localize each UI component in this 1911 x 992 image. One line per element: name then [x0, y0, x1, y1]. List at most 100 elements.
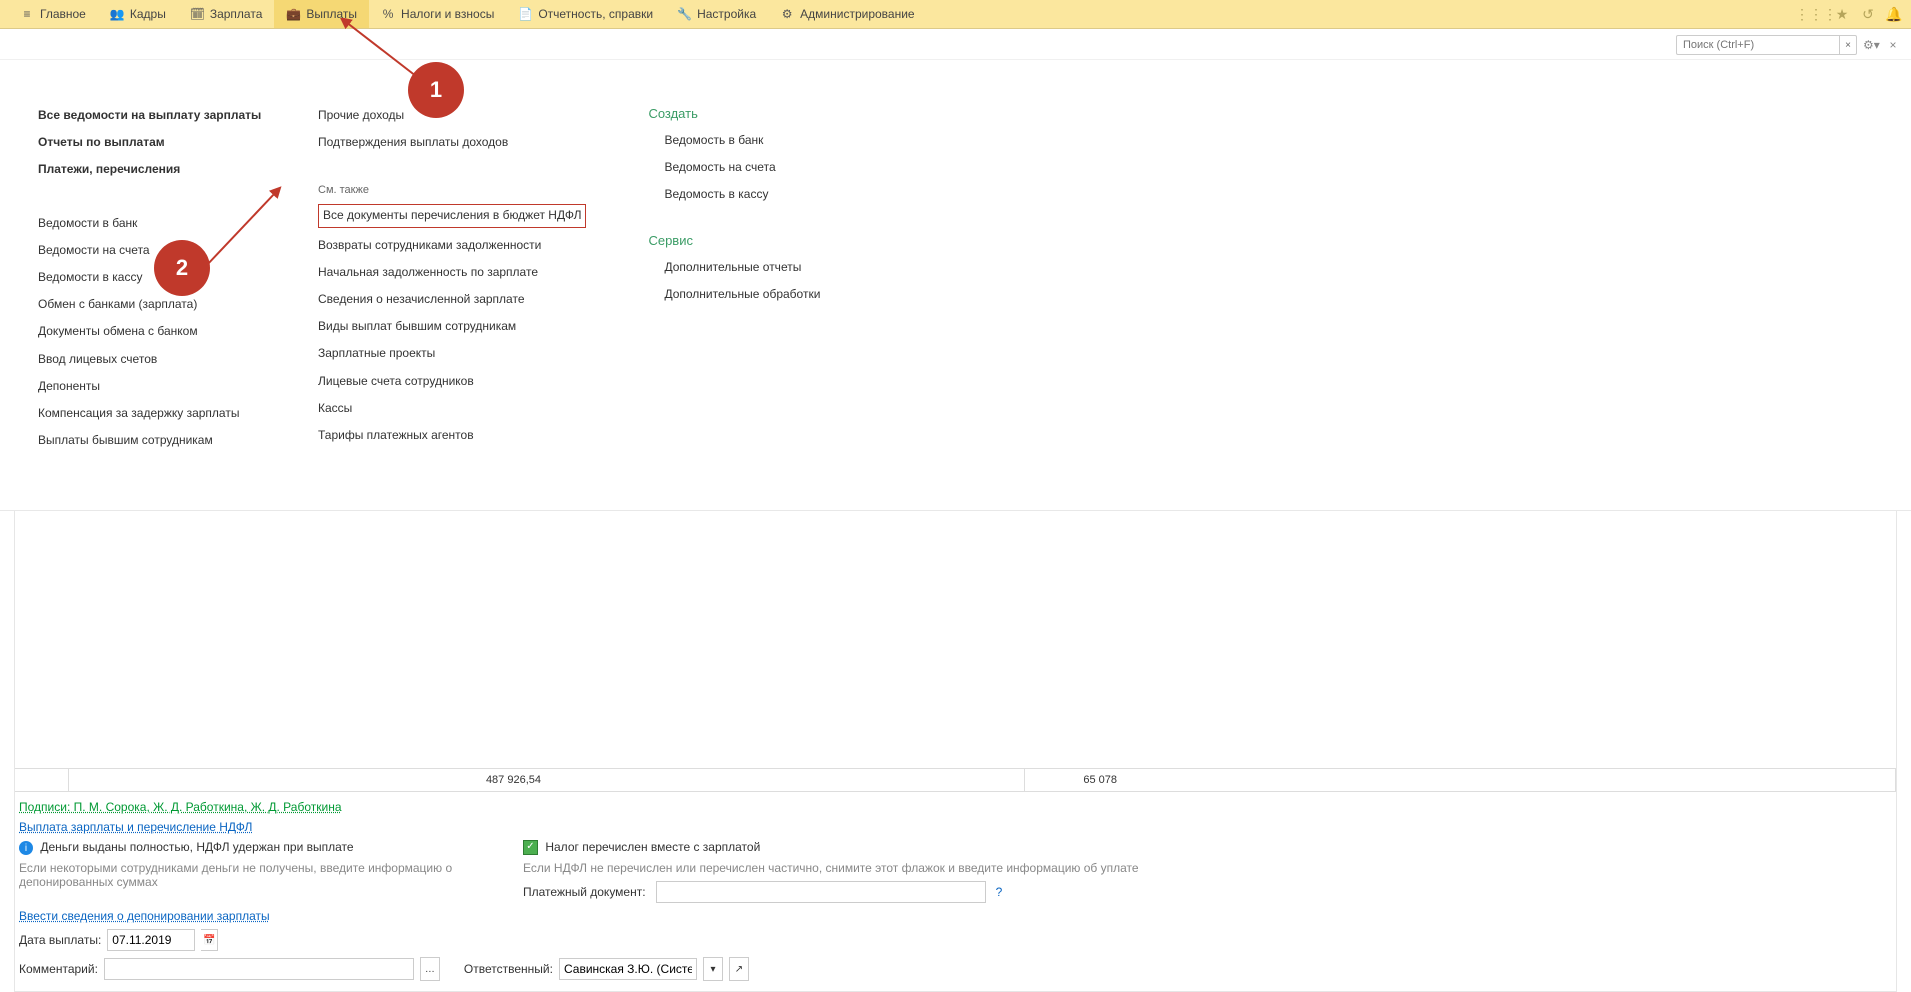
menu-right-controls: ⋮⋮⋮ ★ ↺ 🔔	[1807, 5, 1911, 23]
comment-ellipsis-button[interactable]: …	[420, 957, 440, 981]
money-status-text: Деньги выданы полностью, НДФЛ удержан пр…	[40, 840, 353, 854]
nav-employee-personal-accounts[interactable]: Лицевые счета сотрудников	[318, 372, 586, 391]
responsible-dropdown-button[interactable]: ▾	[703, 957, 723, 981]
document-form: 487 926,54 65 078 Подписи: П. М. Сорока,…	[14, 488, 1897, 992]
responsible-open-button[interactable]: ↗	[729, 957, 749, 981]
menu-main[interactable]: ≡ Главное	[8, 0, 98, 28]
nav-sheets-bank[interactable]: Ведомости в банк	[38, 214, 268, 233]
money-status-row: i Деньги выданы полностью, НДФЛ удержан …	[19, 840, 519, 856]
briefcase-icon: 💼	[286, 7, 300, 21]
menu-label: Настройка	[697, 7, 756, 21]
hamburger-icon: ≡	[20, 7, 34, 21]
menu-label: Налоги и взносы	[401, 7, 494, 21]
nav-sheets-cash[interactable]: Ведомости в кассу	[38, 268, 268, 287]
nav-employee-debt-returns[interactable]: Возвраты сотрудниками задолженности	[318, 236, 586, 255]
nav-create-heading: Создать	[648, 106, 848, 121]
info-icon: i	[19, 841, 33, 855]
annotation-circle-1: 1	[408, 62, 464, 118]
summary-cell-blank1	[15, 769, 69, 791]
tax-status-hint: Если НДФЛ не перечислен или перечислен ч…	[523, 861, 1139, 875]
nav-service-heading: Сервис	[648, 233, 848, 248]
nav-former-employees-payments[interactable]: Выплаты бывшим сотрудникам	[38, 431, 268, 450]
annotation-number: 1	[430, 77, 442, 103]
menu-label: Главное	[40, 7, 86, 21]
subheader: × ⚙▾ ×	[0, 29, 1911, 60]
gear-icon: ⚙	[780, 7, 794, 21]
nav-delay-compensation[interactable]: Компенсация за задержку зарплаты	[38, 404, 268, 423]
deposit-info-link[interactable]: Ввести сведения о депонировании зарплаты	[19, 909, 519, 923]
pay-date-row: Дата выплаты: 📅	[19, 929, 1892, 951]
tax-transferred-row: ✓ Налог перечислен вместе с зарплатой	[523, 840, 1139, 855]
document-icon: 📄	[518, 7, 532, 21]
nav-all-payroll-sheets[interactable]: Все ведомости на выплату зарплаты	[38, 106, 268, 125]
menu-admin[interactable]: ⚙ Администрирование	[768, 0, 926, 28]
nav-payment-reports[interactable]: Отчеты по выплатам	[38, 133, 268, 152]
menu-settings[interactable]: 🔧 Настройка	[665, 0, 768, 28]
history-icon[interactable]: ↺	[1859, 5, 1877, 23]
tax-transferred-checkbox[interactable]: ✓	[523, 840, 538, 855]
menu-salary[interactable]: 🗓 Зарплата	[178, 0, 275, 28]
summary-row: 487 926,54 65 078	[15, 768, 1896, 791]
comment-responsible-row: Комментарий: … Ответственный: ▾ ↗	[19, 957, 1892, 981]
money-status-hint: Если некоторыми сотрудниками деньги не п…	[19, 861, 519, 889]
menu-label: Выплаты	[306, 7, 357, 21]
search-clear-button[interactable]: ×	[1839, 36, 1856, 54]
search-input[interactable]	[1677, 37, 1839, 53]
signatures-link[interactable]: Подписи: П. М. Сорока, Ж. Д. Работкина, …	[19, 800, 1892, 814]
people-icon: 👥	[110, 7, 124, 21]
pay-date-label: Дата выплаты:	[19, 933, 101, 947]
menu-hr[interactable]: 👥 Кадры	[98, 0, 178, 28]
menu-label: Зарплата	[210, 7, 263, 21]
nav-transfers[interactable]: Платежи, перечисления	[38, 160, 268, 179]
payment-doc-row: Платежный документ: ?	[523, 881, 1139, 903]
comment-input[interactable]	[104, 958, 414, 980]
nav-former-employee-payment-types[interactable]: Виды выплат бывшим сотрудникам	[318, 317, 586, 336]
payment-doc-input[interactable]	[656, 881, 986, 903]
panel-settings-icon[interactable]: ⚙▾	[1863, 38, 1879, 52]
menu-label: Кадры	[130, 7, 166, 21]
nav-dropdown-panel: Все ведомости на выплату зарплаты Отчеты…	[0, 60, 1911, 511]
summary-cell-blank2	[549, 769, 1025, 791]
nav-create-cash-sheet[interactable]: Ведомость в кассу	[648, 185, 848, 204]
nav-initial-payroll-debt[interactable]: Начальная задолженность по зарплате	[318, 263, 586, 282]
nav-personal-accounts-input[interactable]: Ввод лицевых счетов	[38, 350, 268, 369]
nav-deposited[interactable]: Депоненты	[38, 377, 268, 396]
nav-sheets-accounts[interactable]: Ведомости на счета	[38, 241, 268, 260]
responsible-input[interactable]	[559, 958, 697, 980]
nav-income-confirmations[interactable]: Подтверждения выплаты доходов	[318, 133, 586, 152]
grid-icon[interactable]: ⋮⋮⋮	[1807, 5, 1825, 23]
nav-payment-agent-tariffs[interactable]: Тарифы платежных агентов	[318, 426, 586, 445]
pay-date-input[interactable]	[107, 929, 195, 951]
panel-close-icon[interactable]: ×	[1885, 38, 1901, 52]
nav-bank-exchange-docs[interactable]: Документы обмена с банком	[38, 322, 268, 341]
responsible-label: Ответственный:	[464, 962, 553, 976]
nav-see-also-heading: См. также	[318, 184, 586, 196]
search-wrap: ×	[1676, 35, 1857, 55]
menu-taxes[interactable]: % Налоги и взносы	[369, 0, 506, 28]
nav-all-ndfl-transfer-docs[interactable]: Все документы перечисления в бюджет НДФЛ	[318, 204, 586, 227]
payment-doc-help-icon[interactable]: ?	[996, 885, 1003, 899]
menu-payments[interactable]: 💼 Выплаты	[274, 0, 369, 28]
menu-reports[interactable]: 📄 Отчетность, справки	[506, 0, 665, 28]
nav-col-3: Создать Ведомость в банк Ведомость на сч…	[648, 106, 848, 450]
nav-create-account-sheet[interactable]: Ведомость на счета	[648, 158, 848, 177]
payroll-transfer-section-link[interactable]: Выплата зарплаты и перечисление НДФЛ	[19, 820, 1892, 834]
tax-transferred-label: Налог перечислен вместе с зарплатой	[545, 840, 760, 854]
nav-salary-projects[interactable]: Зарплатные проекты	[318, 344, 586, 363]
nav-bank-exchange[interactable]: Обмен с банками (зарплата)	[38, 295, 268, 314]
nav-additional-processing[interactable]: Дополнительные обработки	[648, 285, 848, 304]
grid-area: 487 926,54 65 078	[15, 489, 1896, 792]
nav-additional-reports[interactable]: Дополнительные отчеты	[648, 258, 848, 277]
wrench-icon: 🔧	[677, 7, 691, 21]
star-icon[interactable]: ★	[1833, 5, 1851, 23]
nav-cash-registers[interactable]: Кассы	[318, 399, 586, 418]
bell-icon[interactable]: 🔔	[1885, 5, 1903, 23]
nav-create-bank-sheet[interactable]: Ведомость в банк	[648, 131, 848, 150]
summary-cell-amount2: 65 078	[1025, 769, 1125, 791]
nav-uncredited-salary-info[interactable]: Сведения о незачисленной зарплате	[318, 290, 586, 309]
main-menu: ≡ Главное 👥 Кадры 🗓 Зарплата 💼 Выплаты %…	[0, 0, 1911, 29]
calendar-icon: 🗓	[190, 7, 204, 21]
annotation-circle-2: 2	[154, 240, 210, 296]
calendar-picker-icon[interactable]: 📅	[201, 929, 218, 951]
nav-col-1: Все ведомости на выплату зарплаты Отчеты…	[38, 106, 268, 450]
